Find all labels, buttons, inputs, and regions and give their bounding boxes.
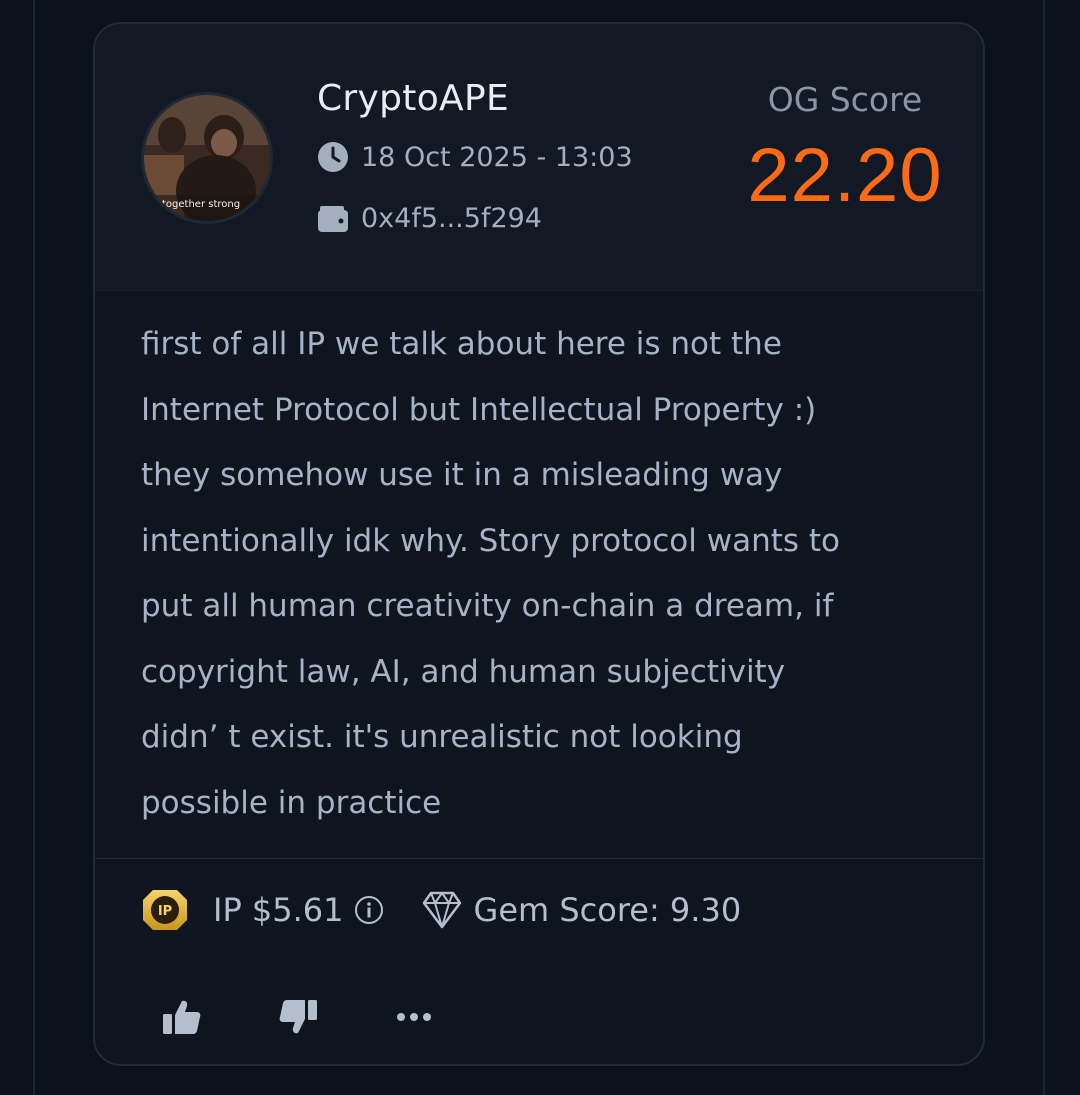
username[interactable]: CryptoAPE <box>317 78 509 119</box>
post-actions <box>159 994 507 1040</box>
avatar-caption: together strong <box>162 199 241 210</box>
post-stats: IP IP $5.61 Gem Score: 9.30 <box>139 884 741 936</box>
wallet-address[interactable]: 0x4f5...5f294 <box>361 203 542 234</box>
post-date: 18 Oct 2025 - 13:03 <box>361 141 633 173</box>
gem-icon <box>422 891 461 929</box>
wallet-row: 0x4f5...5f294 <box>317 202 542 234</box>
more-icon <box>397 1013 431 1021</box>
post-card: together strong CryptoAPE 18 Oct 2025 - … <box>93 22 985 1066</box>
dislike-button[interactable] <box>275 994 321 1040</box>
ip-coin-icon: IP <box>143 890 187 930</box>
wallet-icon <box>318 206 348 232</box>
ip-price: IP $5.61 <box>213 891 344 929</box>
og-score-label: OG Score <box>767 80 923 119</box>
gem-score: Gem Score: 9.30 <box>473 891 742 929</box>
avatar[interactable]: together strong <box>141 92 273 224</box>
thumbs-up-icon <box>163 1000 201 1034</box>
clock-icon <box>318 142 348 172</box>
thumbs-down-icon <box>279 1000 317 1034</box>
page-rail-left <box>33 0 35 1095</box>
og-score-value: 22.20 <box>747 133 943 218</box>
like-button[interactable] <box>159 994 205 1040</box>
ip-coin-text: IP <box>158 904 172 919</box>
info-icon[interactable] <box>354 895 384 925</box>
post-date-row: 18 Oct 2025 - 13:03 <box>317 141 633 173</box>
post-body: first of all IP we talk about here is no… <box>141 326 840 821</box>
more-button[interactable] <box>391 994 437 1040</box>
page-rail-right <box>1043 0 1045 1095</box>
divider <box>95 858 983 859</box>
post-header: together strong CryptoAPE 18 Oct 2025 - … <box>95 24 983 291</box>
